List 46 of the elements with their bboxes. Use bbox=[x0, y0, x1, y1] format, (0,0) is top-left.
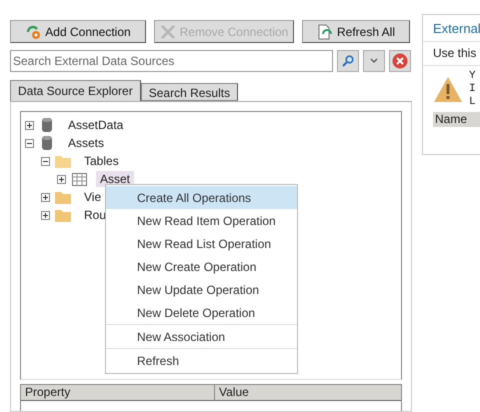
menu-item[interactable]: New Read List Operation bbox=[106, 232, 297, 255]
search-field[interactable]: Search External Data Sources bbox=[10, 50, 333, 72]
toolbar-button[interactable]: Refresh All bbox=[302, 20, 410, 43]
database-icon bbox=[42, 117, 52, 133]
warning-icon bbox=[433, 76, 463, 103]
table-icon bbox=[72, 172, 86, 186]
menu-item[interactable]: Create All Operations bbox=[106, 186, 297, 209]
menu-item[interactable]: New Update Operation bbox=[106, 278, 297, 301]
menu-item[interactable]: Refresh bbox=[106, 349, 297, 372]
folder-icon bbox=[55, 208, 71, 222]
tree-item[interactable]: Assets bbox=[64, 135, 108, 151]
menu-item[interactable]: New Create Operation bbox=[106, 255, 297, 278]
toolbar-button[interactable]: Add Connection bbox=[10, 20, 146, 43]
refresh-icon bbox=[316, 24, 333, 40]
column-header[interactable]: Property bbox=[21, 385, 215, 400]
expander-icon[interactable] bbox=[41, 156, 50, 166]
expander-icon[interactable] bbox=[57, 174, 66, 184]
tree-item[interactable]: AssetData bbox=[64, 117, 128, 133]
message-line: L bbox=[469, 96, 476, 109]
expander-icon[interactable] bbox=[25, 120, 34, 130]
expander-icon[interactable] bbox=[25, 138, 34, 148]
column-header[interactable]: Value bbox=[215, 385, 401, 400]
panel-title: External bbox=[423, 15, 480, 42]
search-icon bbox=[342, 55, 354, 67]
expander-icon[interactable] bbox=[41, 192, 50, 202]
close-icon bbox=[160, 24, 176, 40]
database-icon bbox=[42, 135, 52, 151]
chevron-down-icon bbox=[370, 58, 378, 64]
menu-item[interactable]: New Read Item Operation bbox=[106, 209, 297, 232]
clear-button[interactable] bbox=[389, 50, 411, 72]
menu-item[interactable]: New Association bbox=[106, 325, 297, 348]
search-button[interactable] bbox=[337, 50, 359, 72]
folder-icon bbox=[55, 190, 71, 204]
tab[interactable]: Search Results bbox=[140, 83, 238, 101]
tree-item[interactable]: Vie bbox=[80, 189, 106, 205]
close-icon bbox=[392, 53, 408, 69]
menu-item[interactable]: New Delete Operation bbox=[106, 301, 297, 324]
folder-icon bbox=[55, 154, 71, 168]
tab[interactable]: Data Source Explorer bbox=[10, 80, 141, 101]
tree-item[interactable]: Tables bbox=[80, 153, 123, 169]
message-line: Y bbox=[469, 70, 476, 83]
panel-subtitle: Use this bbox=[423, 42, 480, 66]
column-header[interactable]: Name bbox=[433, 112, 480, 127]
message-line: I bbox=[469, 83, 476, 96]
connection-icon bbox=[25, 24, 42, 40]
expander-icon[interactable] bbox=[41, 210, 50, 220]
